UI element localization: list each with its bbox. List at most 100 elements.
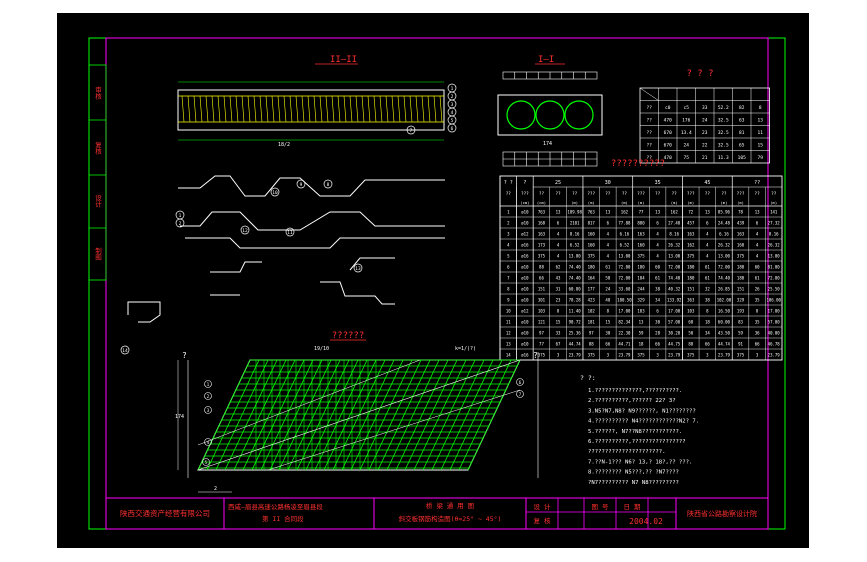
main-table-cell: 14 [506,353,511,358]
main-table-cell: 26.32 [768,243,781,248]
main-table-cell: ø10 [521,320,529,325]
main-table-cell: 44.74 [569,342,582,347]
main-table-cell: 30 [655,320,660,325]
main-table-cell: 66 [755,342,760,347]
main-table-cell: 77 [639,210,644,215]
main-table-subheader: ?? [555,191,561,197]
main-table-cell: 61 [655,276,660,281]
note-line: 5.??????, N7??N8???????????. [588,429,682,435]
rebar-callout-number: 14 [122,348,128,354]
main-table-cell: 77.88 [618,221,631,226]
main-table-cell: 24.48 [718,221,731,226]
main-table-cell: 61 [705,265,710,270]
design-label: 设 计 [534,502,551,511]
main-table-cell: 66 [655,342,660,347]
main-table-cell: 13 [705,210,710,215]
main-table-cell: 24 [605,287,610,292]
main-table-cell: 33.60 [618,287,631,292]
main-table-cell: 43 [556,276,561,281]
main-table-cell: 44.71 [618,342,631,347]
main-table-cell: 13.00 [768,254,781,259]
main-table-header-group: 25 [555,180,561,186]
top-table-cell: c5 [684,105,690,111]
main-table-cell: 85.96 [718,210,731,215]
main-table-cell: 375 [588,353,596,358]
side-label-design: 设计 [94,193,102,209]
main-table-cell: 164 [588,276,596,281]
main-table-cell: 160 [637,243,645,248]
top-table-cell: ?? [647,105,653,111]
main-table-cell: 26 [755,287,760,292]
note-line: 4.?????????? N4????????????N2? 7. [588,419,699,425]
top-table-cell: 24 [702,117,708,123]
top-table-cell: 15 [758,142,764,148]
side-label-review: 审核 [94,85,102,101]
design-institute: 陕西省公路勘察设计院 [687,509,757,518]
main-table-cell: 13.00 [569,254,582,259]
main-table-cell: 375 [637,254,645,259]
top-table-cell: c0 [665,105,671,111]
main-table-cell: 35 [755,298,760,303]
top-table-cell: 82 [739,105,745,111]
main-table-cell: 457 [687,221,695,226]
side-label-drafting: 制图 [94,246,102,261]
main-table-cell: 13.00 [618,254,631,259]
main-table-cell: 103 [687,309,695,314]
main-table-cell: 163 [637,232,645,237]
main-table-cell: 102.00 [717,298,732,303]
main-table-cell: 61 [605,265,610,270]
main-table-cell: 17.00 [618,309,631,314]
main-table-cell: 151 [687,287,695,292]
main-table-cell: 17.00 [668,309,681,314]
plan-section-marker-left: ? [182,351,187,360]
main-table-cell: 13.00 [718,254,731,259]
main-table-cell: 180 [737,265,745,270]
top-table-cell: 32.5 [718,117,729,123]
main-table-cell: 181 [588,320,596,325]
main-table-subheader: ??? [587,191,595,197]
main-table-header-group: ? ? [504,180,513,186]
main-table-cell: 57.00 [668,320,681,325]
top-table-cell: 11.3 [718,155,729,161]
main-table-unit: (m) [588,200,595,205]
main-table-cell: ø10 [521,221,529,226]
main-table-cell: 13.00 [668,254,681,259]
main-table-title: ?????????? [611,159,665,169]
main-table-cell: 160 [588,232,596,237]
main-table-cell: 163 [687,232,695,237]
top-table-cell: 470 [664,117,672,123]
main-table-cell: 74.40 [668,276,681,281]
main-table-cell: 34 [705,331,710,336]
top-table-cell: 670 [664,142,672,148]
top-table-cell: 32.5 [718,142,729,148]
main-table-unit: (m) [621,200,628,205]
top-table-cell: ?? [647,130,653,136]
main-table-cell: 168 [538,221,546,226]
main-table-cell: 78 [738,210,743,215]
top-table-cell: 11 [758,130,764,136]
main-table-subheader: ?? [672,191,678,197]
note-line: 1.??????????????,??????????. [588,388,682,394]
main-table-cell: 162 [621,210,629,215]
main-table-cell: 180.50 [617,298,632,303]
main-table-cell: 48 [605,298,610,303]
main-table-cell: 35 [755,320,760,325]
main-table-cell: 25.36 [569,331,582,336]
main-table-cell: 160 [737,243,745,248]
main-table-cell: 23.79 [618,353,631,358]
main-table-cell: 68 [688,320,693,325]
drawing-name-line2: 斜交板钢筋构造图(θ=25° ~ 45°) [399,514,502,523]
top-table-title: ? ? ? [686,69,713,79]
date-label: 日 期 [624,503,641,511]
main-table-header-group: 45 [704,180,710,186]
top-table-cell: 670 [664,130,672,136]
main-table-cell: ø12 [521,232,529,237]
top-table-cell: 13.4 [681,130,692,136]
main-table-subheader: ?? [539,191,545,197]
main-table-cell: 40.00 [768,331,781,336]
top-table-cell: 176 [682,117,690,123]
main-table-cell: 11.40 [569,309,582,314]
main-table-cell: ø16 [521,254,529,259]
rebar-callout-number: 11 [287,230,293,236]
main-table-subheader: ?? [506,191,512,197]
